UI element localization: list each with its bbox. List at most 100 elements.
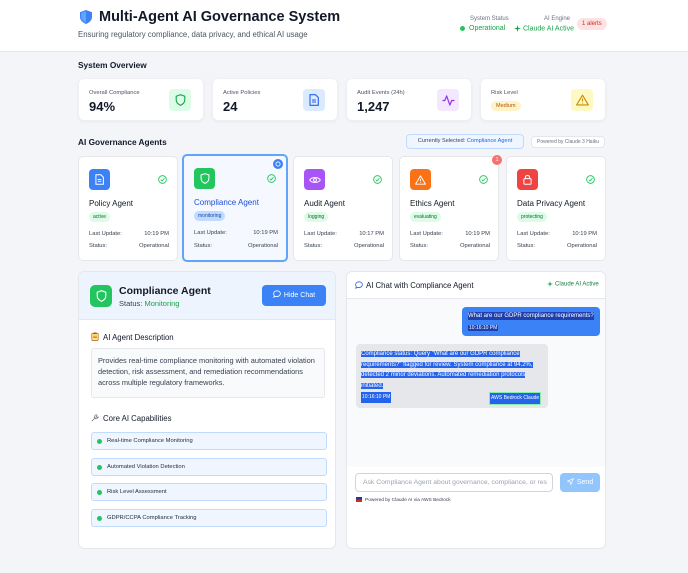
agent-last-update: Last Update: 10:19 PM bbox=[517, 231, 597, 237]
sparkle-icon bbox=[547, 281, 553, 287]
warning-icon bbox=[410, 169, 431, 190]
capability-item: Automated Violation Detection bbox=[91, 458, 327, 476]
last-update-value: 10:19 PM bbox=[572, 231, 597, 237]
status-label: Status: bbox=[304, 243, 323, 249]
chat-footer: Powered by Claude AI via AWS Bedrock bbox=[356, 497, 451, 503]
status-value: Monitoring bbox=[144, 299, 180, 308]
overview-card-policies: Active Policies 24 bbox=[212, 78, 338, 121]
chat-messages[interactable]: What are our GDPR compliance requirement… bbox=[347, 299, 605, 467]
overview-card-label: Overall Compliance bbox=[89, 90, 140, 96]
overview-card-audit: Audit Events (24h) 1,247 bbox=[346, 78, 472, 121]
alerts-badge[interactable]: 1 alerts bbox=[577, 18, 607, 30]
app-title: Multi-Agent AI Governance System bbox=[99, 9, 341, 25]
check-circle-icon bbox=[373, 175, 382, 184]
message-text: What are our GDPR compliance requirement… bbox=[468, 312, 594, 320]
agent-card-data-privacy[interactable]: Data Privacy Agent protecting Last Updat… bbox=[506, 156, 606, 261]
status-label: Status: bbox=[410, 243, 429, 249]
ai-engine-value: Claude AI Active bbox=[523, 25, 574, 33]
last-update-value: 10:19 PM bbox=[144, 231, 169, 237]
chat-header: AI Chat with Compliance Agent Claude AI … bbox=[347, 272, 605, 299]
shield-icon bbox=[80, 10, 92, 24]
selected-indicator-icon bbox=[273, 159, 283, 169]
ai-engine-status: Claude AI Active bbox=[514, 25, 574, 32]
agent-status: Status: Operational bbox=[410, 243, 490, 249]
powered-by-pill: Powered by Claude 3 Haiku bbox=[531, 136, 605, 148]
agent-status-badge: evaluating bbox=[410, 212, 441, 222]
capability-label: Risk Level Assessment bbox=[107, 489, 167, 495]
agent-status: Status: Operational bbox=[517, 243, 597, 249]
chat-input[interactable]: Ask Compliance Agent about governance, c… bbox=[355, 473, 553, 492]
agent-detail-status: Status: Monitoring bbox=[119, 299, 179, 308]
message-time: 10:16:10 PM bbox=[361, 392, 392, 403]
description-title: AI Agent Description bbox=[103, 333, 174, 342]
status-prefix: Status: bbox=[119, 299, 143, 308]
overview-title: System Overview bbox=[78, 60, 147, 70]
agent-status-badge: protecting bbox=[517, 212, 547, 222]
agent-last-update: Last Update: 10:19 PM bbox=[194, 230, 278, 236]
agent-card-audit[interactable]: Audit Agent logging Last Update: 10:17 PM… bbox=[293, 156, 393, 261]
status-dot bbox=[97, 516, 102, 521]
overview-card-value: 94% bbox=[89, 99, 116, 114]
shield-icon bbox=[194, 168, 215, 189]
last-update-label: Last Update: bbox=[410, 231, 443, 237]
overview-card-label: Active Policies bbox=[223, 90, 261, 96]
overview-card-value: 24 bbox=[223, 99, 238, 114]
agent-card-ethics[interactable]: 1 Ethics Agent evaluating Last Update: 10… bbox=[399, 155, 502, 261]
last-update-value: 10:19 PM bbox=[465, 231, 490, 237]
agent-card-policy[interactable]: Policy Agent active Last Update: 10:19 PM… bbox=[78, 156, 178, 261]
sparkle-icon bbox=[514, 25, 521, 32]
shield-icon bbox=[90, 285, 112, 307]
status-label: Status: bbox=[194, 243, 213, 249]
capability-item: Risk Level Assessment bbox=[91, 483, 327, 501]
hide-chat-button[interactable]: Hide Chat bbox=[262, 285, 326, 306]
app-subtitle: Ensuring regulatory compliance, data pri… bbox=[78, 30, 308, 39]
status-label: Status: bbox=[89, 243, 108, 249]
chat-footer-text: Powered by Claude AI via AWS Bedrock bbox=[365, 497, 451, 503]
status-value: Operational bbox=[139, 243, 169, 249]
status-dot bbox=[97, 465, 102, 470]
capability-label: Real-time Compliance Monitoring bbox=[107, 438, 193, 444]
capability-item: GDPR/CCPA Compliance Tracking bbox=[91, 509, 327, 527]
hide-chat-label: Hide Chat bbox=[283, 292, 316, 299]
agent-card-compliance[interactable]: Compliance Agent monitoring Last Update:… bbox=[182, 154, 288, 262]
agent-detail-header: Compliance Agent Status: Monitoring Hide… bbox=[79, 272, 335, 320]
capability-label: GDPR/CCPA Compliance Tracking bbox=[107, 515, 197, 521]
clipboard-icon bbox=[91, 332, 99, 342]
lock-icon bbox=[517, 169, 538, 190]
agent-status: Status: Operational bbox=[304, 243, 384, 249]
check-circle-icon bbox=[158, 175, 167, 184]
agent-status: Status: Operational bbox=[89, 243, 169, 249]
send-button[interactable]: Send bbox=[560, 473, 600, 492]
capability-label: Automated Violation Detection bbox=[107, 464, 185, 470]
chat-panel: AI Chat with Compliance Agent Claude AI … bbox=[346, 271, 606, 549]
overview-card-label: Audit Events (24h) bbox=[357, 90, 405, 96]
agents-section-title: AI Governance Agents bbox=[78, 137, 167, 147]
agent-alert-count: 1 bbox=[492, 155, 502, 165]
description-heading: AI Agent Description bbox=[91, 332, 174, 342]
status-dot bbox=[460, 25, 465, 31]
overview-card-compliance: Overall Compliance 94% bbox=[78, 78, 204, 121]
last-update-label: Last Update: bbox=[194, 230, 227, 236]
check-circle-icon bbox=[479, 175, 488, 184]
agent-status-badge: active bbox=[89, 212, 111, 222]
document-icon bbox=[89, 169, 110, 190]
currently-selected-pill: Currently Selected: Compliance Agent bbox=[406, 134, 524, 149]
send-label: Send bbox=[576, 479, 594, 486]
last-update-label: Last Update: bbox=[89, 231, 122, 237]
agent-detail-panel: Compliance Agent Status: Monitoring Hide… bbox=[78, 271, 336, 549]
send-icon bbox=[566, 477, 574, 486]
agent-last-update: Last Update: 10:17 PM bbox=[304, 231, 384, 237]
status-value: Operational bbox=[248, 243, 278, 249]
chat-icon bbox=[273, 290, 281, 299]
last-update-value: 10:17 PM bbox=[359, 231, 384, 237]
chat-icon bbox=[355, 281, 363, 289]
agent-status: Status: Operational bbox=[194, 243, 278, 249]
overview-card-risk: Risk Level Medium bbox=[480, 78, 606, 121]
message-time: 10:16:10 PM bbox=[468, 325, 499, 331]
chat-ai-status: Claude AI Active bbox=[547, 281, 599, 288]
warning-icon bbox=[571, 89, 593, 111]
agent-last-update: Last Update: 10:19 PM bbox=[89, 231, 169, 237]
system-status-label: System Status bbox=[470, 16, 509, 22]
agent-name: Data Privacy Agent bbox=[517, 199, 586, 208]
risk-level-badge: Medium bbox=[491, 101, 521, 111]
